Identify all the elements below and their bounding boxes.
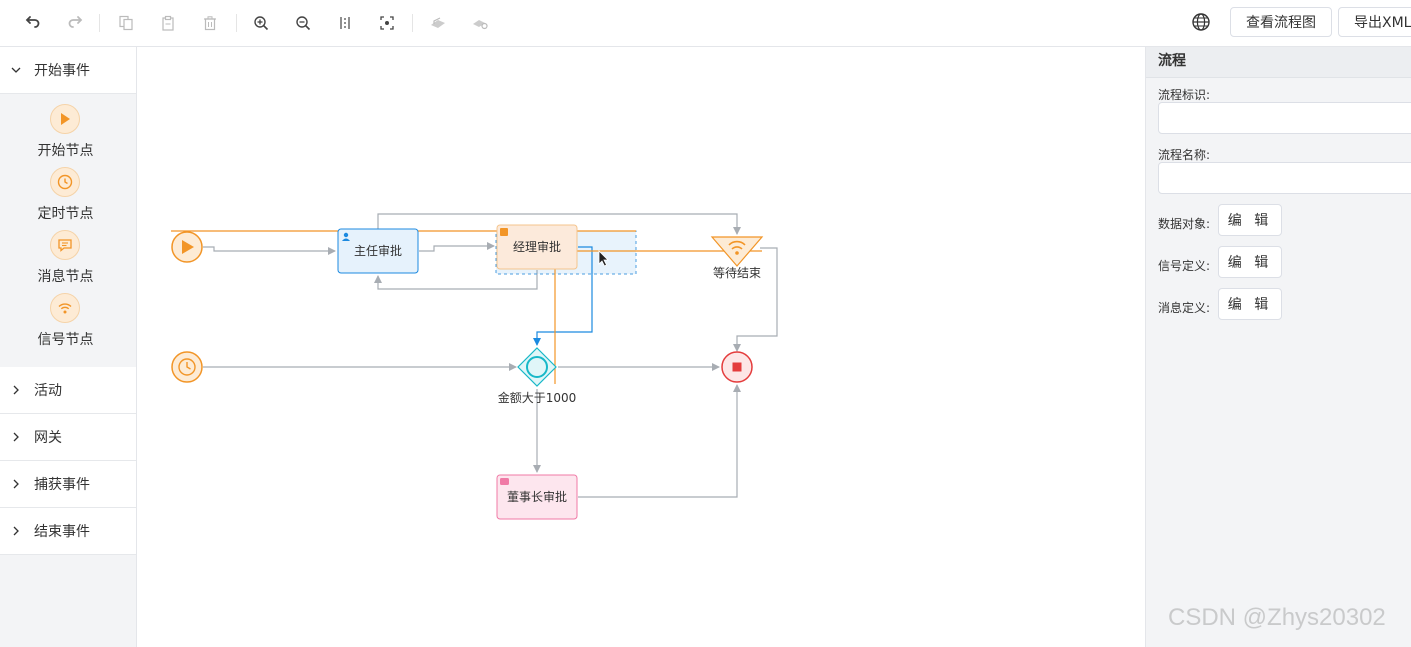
palette-item-label: 开始节点 — [37, 143, 94, 159]
toolbar-divider — [412, 14, 413, 32]
undo-icon[interactable] — [22, 12, 44, 34]
palette-item-start[interactable]: 开始节点 — [0, 104, 136, 167]
fit-icon[interactable] — [376, 12, 398, 34]
process-id-input[interactable] — [1158, 102, 1411, 134]
category-label: 开始事件 — [34, 63, 90, 79]
copy-icon[interactable] — [115, 12, 137, 34]
task-type-icon — [500, 228, 508, 236]
palette-category-end-events[interactable]: 结束事件 — [0, 508, 136, 555]
palette-item-signal[interactable]: 信号节点 — [0, 293, 136, 356]
flow-start-to-director[interactable] — [203, 246, 336, 255]
category-label: 捕获事件 — [34, 477, 90, 493]
user-task-chairman[interactable]: 董事长审批 — [496, 474, 578, 520]
diagram-canvas[interactable]: 主任审批 经理审批 等待结束 金额大于1000 董事长审批 — [137, 47, 1145, 647]
flow-chairman-to-end[interactable] — [578, 384, 741, 498]
palette-item-label: 定时节点 — [37, 206, 94, 222]
properties-panel: 流程 流程标识: 流程名称: 数据对象: 编 辑 信号定义: 编 辑 消息定义:… — [1145, 47, 1411, 647]
chevron-right-icon — [13, 526, 19, 536]
edit-signal-definitions-button[interactable]: 编 辑 — [1218, 246, 1282, 278]
user-task-director[interactable]: 主任审批 — [337, 228, 419, 274]
task-label: 董事长审批 — [507, 489, 567, 504]
flow-director-to-manager[interactable] — [419, 242, 495, 252]
message-definitions-label: 消息定义: — [1158, 301, 1211, 315]
gateway-label: 金额大于1000 — [498, 390, 577, 405]
palette-category-start-events[interactable]: 开始事件 — [0, 47, 136, 94]
palette-category-gateways[interactable]: 网关 — [0, 414, 136, 461]
suspend-icon[interactable] — [469, 12, 491, 34]
zoom-out-icon[interactable] — [292, 12, 314, 34]
user-icon — [343, 232, 349, 238]
deploy-icon[interactable] — [427, 12, 449, 34]
delete-icon[interactable] — [199, 12, 221, 34]
edit-message-definitions-button[interactable]: 编 辑 — [1218, 288, 1282, 320]
export-xml-button[interactable]: 导出XML — [1338, 7, 1411, 37]
event-label: 等待结束 — [713, 266, 761, 280]
start-event[interactable] — [171, 231, 203, 263]
task-label: 主任审批 — [354, 243, 402, 258]
toolbar: 查看流程图 导出XML — [0, 0, 1411, 47]
palette-item-label: 消息节点 — [37, 269, 94, 285]
user-task-manager[interactable]: 经理审批 — [496, 224, 578, 270]
clock-icon — [50, 167, 80, 197]
message-icon — [50, 230, 80, 260]
end-event[interactable] — [721, 351, 753, 383]
process-name-label: 流程名称: — [1158, 148, 1211, 162]
redo-icon[interactable] — [64, 12, 86, 34]
flow-signal-to-end[interactable] — [733, 247, 778, 352]
receive-task-icon — [500, 478, 509, 485]
category-label: 网关 — [34, 430, 62, 446]
palette-item-message[interactable]: 消息节点 — [0, 230, 136, 293]
palette-item-timer[interactable]: 定时节点 — [0, 167, 136, 230]
globe-icon[interactable] — [1191, 12, 1211, 32]
watermark: CSDN @Zhys20302 — [1168, 604, 1386, 631]
task-label: 经理审批 — [513, 239, 561, 254]
palette-item-label: 信号节点 — [37, 332, 94, 348]
chevron-right-icon — [13, 432, 19, 442]
signal-intermediate-event[interactable]: 等待结束 — [710, 236, 764, 280]
timer-start-event[interactable] — [171, 351, 203, 383]
process-id-label: 流程标识: — [1158, 88, 1211, 102]
signal-definitions-label: 信号定义: — [1158, 259, 1211, 273]
view-diagram-button[interactable]: 查看流程图 — [1230, 7, 1332, 37]
data-objects-label: 数据对象: — [1158, 217, 1211, 231]
properties-title: 流程 — [1146, 47, 1411, 78]
toolbar-divider — [236, 14, 237, 32]
signal-icon — [50, 293, 80, 323]
process-name-input[interactable] — [1158, 162, 1411, 194]
chevron-down-icon — [11, 67, 21, 73]
chevron-right-icon — [13, 385, 19, 395]
play-icon — [50, 104, 80, 134]
palette-sidebar: 开始事件 开始节点 定时节点 消息节点 信号节点 活动 网关 捕获事件 结束事件 — [0, 47, 137, 647]
category-label: 活动 — [34, 383, 62, 399]
edit-data-objects-button[interactable]: 编 辑 — [1218, 204, 1282, 236]
chevron-right-icon — [13, 479, 19, 489]
palette-category-activities[interactable]: 活动 — [0, 367, 136, 414]
paste-icon[interactable] — [157, 12, 179, 34]
category-label: 结束事件 — [34, 524, 90, 540]
zoom-in-icon[interactable] — [250, 12, 272, 34]
align-icon[interactable] — [334, 12, 356, 34]
palette-category-catch-events[interactable]: 捕获事件 — [0, 461, 136, 508]
toolbar-divider — [99, 14, 100, 32]
exclusive-gateway[interactable]: 金额大于1000 — [498, 347, 577, 405]
